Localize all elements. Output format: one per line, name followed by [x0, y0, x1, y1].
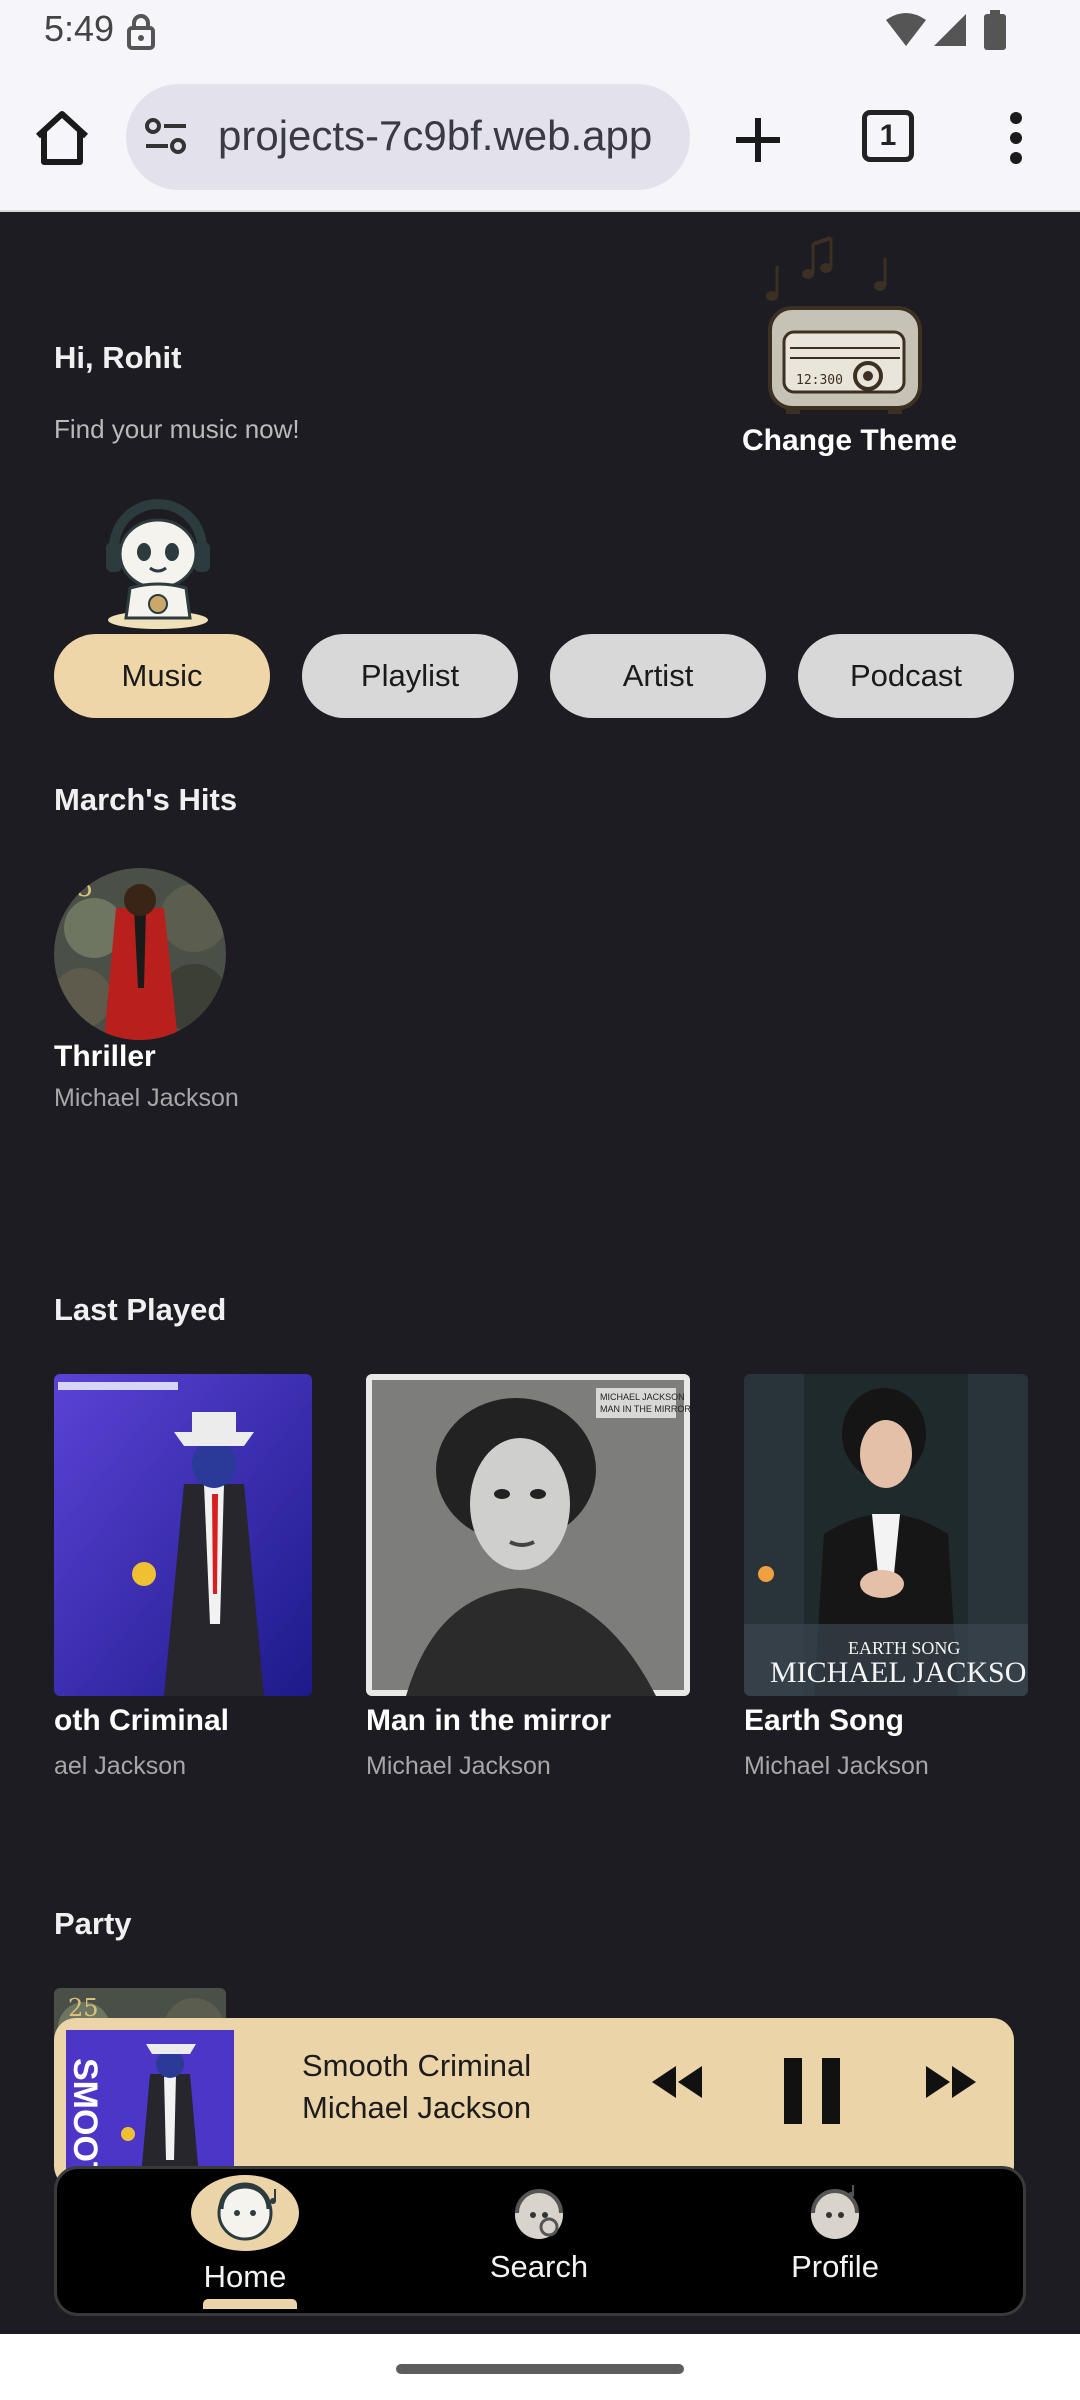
home-avatar-icon	[191, 2175, 299, 2251]
lock-icon	[127, 14, 155, 50]
section-title-last-played: Last Played	[54, 1292, 227, 1327]
greeting-text: Hi, Rohit	[54, 340, 182, 375]
nav-active-indicator	[203, 2299, 297, 2309]
section-title-party: Party	[54, 1906, 132, 1941]
song-artist: Michael Jackson	[54, 1084, 239, 1112]
signal-icon	[934, 14, 966, 46]
rewind-icon[interactable]	[652, 2064, 702, 2100]
cover-text: SMOOTH	[54, 1374, 58, 1430]
svg-text:MAN IN THE MIRROR: MAN IN THE MIRROR	[600, 1404, 690, 1414]
wifi-icon	[886, 13, 926, 46]
svg-text:EARTH SONG: EARTH SONG	[848, 1638, 960, 1658]
song-artist: ael Jackson	[54, 1752, 187, 1780]
svg-text:25: 25	[60, 873, 93, 903]
song-title: Thriller	[54, 1040, 156, 1073]
nav-home[interactable]: Home	[145, 2169, 345, 2315]
smooth-criminal-cover[interactable]: SMOOTH	[54, 1374, 312, 1696]
section-title-marchs-hits: March's Hits	[54, 782, 238, 817]
thriller-cover[interactable]: 25	[54, 868, 226, 1040]
pause-icon[interactable]	[782, 2058, 842, 2124]
now-playing-artist: Michael Jackson	[302, 2090, 532, 2125]
svg-text:MICHAEL JACKSON: MICHAEL JACKSON	[600, 1392, 685, 1402]
new-tab-plus-icon[interactable]	[728, 110, 788, 170]
svg-text:MICHAEL JACKSO: MICHAEL JACKSO	[770, 1656, 1026, 1689]
earth-song-cover[interactable]: EARTH SONG MICHAEL JACKSO	[744, 1374, 1028, 1696]
song-artist: Michael Jackson	[366, 1752, 551, 1780]
nav-profile[interactable]: Profile	[735, 2169, 935, 2315]
now-playing-cover[interactable]: SMOOTH	[66, 2030, 234, 2188]
search-avatar-icon	[515, 2189, 563, 2239]
fast-forward-icon[interactable]	[926, 2064, 976, 2100]
nav-home-label: Home	[203, 2259, 287, 2294]
url-text[interactable]: projects-7c9bf.web.app	[218, 112, 652, 160]
song-title: oth Criminal	[54, 1704, 230, 1737]
nav-search-label: Search	[489, 2249, 589, 2284]
more-menu-icon[interactable]	[1004, 110, 1028, 166]
svg-text:12:300: 12:300	[796, 373, 843, 388]
now-playing-title: Smooth Criminal	[302, 2048, 532, 2083]
home-icon[interactable]	[30, 106, 94, 170]
bottom-navigation: Home Search Profile	[54, 2166, 1026, 2316]
tab-switcher-button[interactable]: 1	[862, 110, 914, 162]
now-playing-bar[interactable]: SMOOTH Smooth Criminal Michael Jackson	[54, 2018, 1014, 2188]
change-theme-label[interactable]: Change Theme	[742, 424, 957, 458]
profile-avatar-icon	[811, 2185, 859, 2239]
battery-icon	[984, 10, 1006, 50]
chip-playlist[interactable]: Playlist	[302, 634, 518, 718]
gesture-navigation-bar[interactable]	[396, 2364, 684, 2374]
chip-artist[interactable]: Artist	[550, 634, 766, 718]
nav-search[interactable]: Search	[439, 2169, 639, 2315]
nav-profile-label: Profile	[791, 2249, 879, 2284]
song-title: Earth Song	[744, 1704, 905, 1737]
song-artist: Michael Jackson	[744, 1752, 929, 1780]
status-bar: 5:49	[0, 0, 1080, 70]
subtitle-text: Find your music now!	[54, 414, 300, 444]
status-time: 5:49	[44, 8, 115, 49]
chip-music[interactable]: Music	[54, 634, 270, 718]
app-screen: Hi, Rohit Find your music now! 12:300 Ch…	[0, 212, 1080, 2334]
song-title: Man in the mirror	[366, 1704, 612, 1737]
radio-theme-icon[interactable]: 12:300	[760, 226, 930, 416]
address-bar[interactable]: projects-7c9bf.web.app	[126, 84, 690, 190]
chip-podcast[interactable]: Podcast	[798, 634, 1014, 718]
man-in-the-mirror-cover[interactable]: MICHAEL JACKSON MAN IN THE MIRROR	[366, 1374, 690, 1696]
mascot-icon	[106, 499, 210, 629]
browser-toolbar: projects-7c9bf.web.app 1	[0, 70, 1080, 212]
site-info-icon[interactable]	[144, 116, 188, 156]
